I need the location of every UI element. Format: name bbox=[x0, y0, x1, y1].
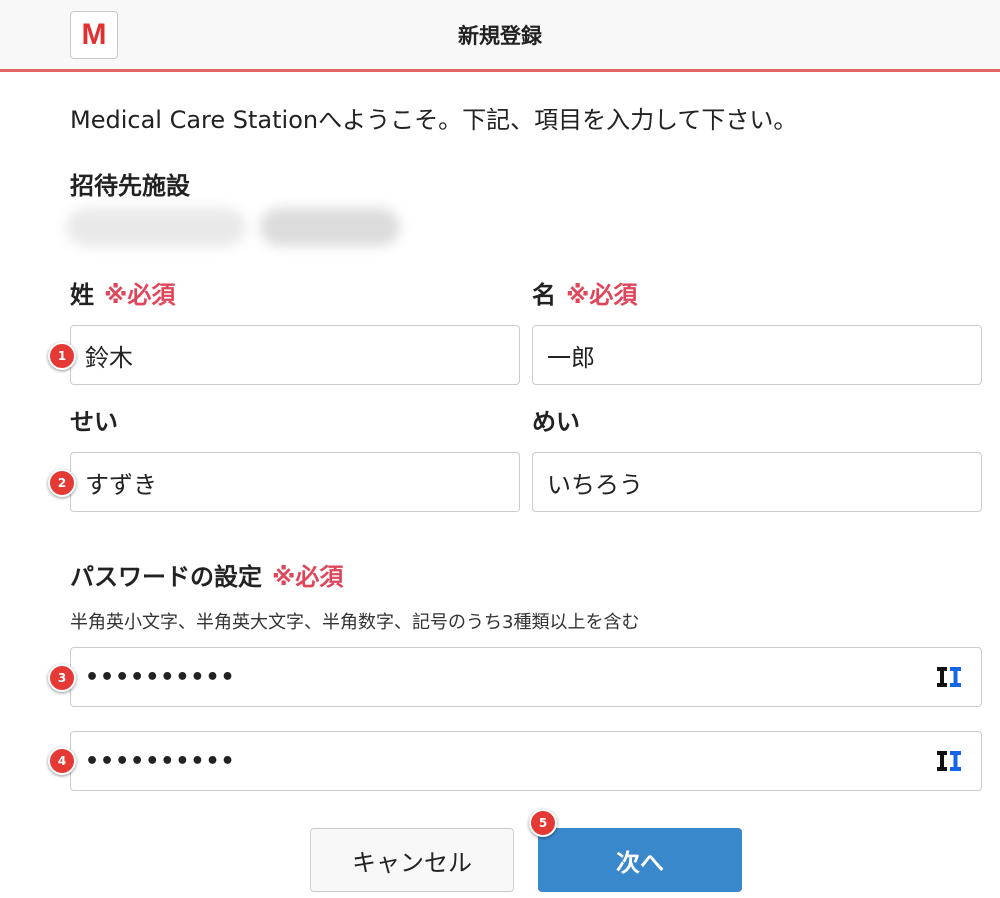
annotation-badge-1: 1 bbox=[48, 342, 76, 370]
first-name-kana-input[interactable]: いちろう bbox=[532, 452, 982, 512]
annotation-badge-3: 3 bbox=[48, 664, 76, 692]
last-name-label: 姓 ※必須 bbox=[70, 275, 175, 310]
required-mark: ※必須 bbox=[104, 281, 176, 309]
last-name-kana-input[interactable]: すずき bbox=[70, 452, 520, 512]
facility-label: 招待先施設 bbox=[70, 172, 190, 200]
annotation-badge-4: 4 bbox=[48, 747, 76, 775]
required-mark: ※必須 bbox=[566, 281, 638, 309]
last-name-input[interactable]: 鈴木 bbox=[70, 325, 520, 385]
facility-name-redacted bbox=[66, 208, 246, 246]
required-mark: ※必須 bbox=[272, 563, 344, 591]
password-confirm-input[interactable]: •••••••••• bbox=[70, 731, 982, 791]
last-name-label-text: 姓 bbox=[70, 281, 94, 309]
password-masked-value: •••••••••• bbox=[85, 664, 236, 690]
first-name-kana-label: めい bbox=[532, 408, 580, 436]
cancel-button[interactable]: キャンセル bbox=[310, 828, 514, 892]
first-name-input[interactable]: 一郎 bbox=[532, 325, 982, 385]
first-name-label: 名 ※必須 bbox=[532, 275, 637, 310]
last-name-kana-label: せい bbox=[70, 408, 118, 436]
facility-name-redacted-2 bbox=[260, 208, 400, 246]
password-input[interactable]: •••••••••• bbox=[70, 647, 982, 707]
password-hint: 半角英小文字、半角英大文字、半角数字、記号のうち3種類以上を含む bbox=[70, 612, 640, 633]
password-label: パスワードの設定 ※必須 bbox=[70, 557, 343, 592]
password-label-text: パスワードの設定 bbox=[70, 563, 262, 591]
annotation-badge-2: 2 bbox=[48, 469, 76, 497]
next-button[interactable]: 次へ bbox=[538, 828, 742, 892]
first-name-label-text: 名 bbox=[532, 281, 556, 309]
password-confirm-masked-value: •••••••••• bbox=[85, 748, 236, 774]
password-manager-icon[interactable] bbox=[937, 667, 961, 687]
page-title: 新規登録 bbox=[458, 24, 542, 48]
password-manager-icon[interactable] bbox=[937, 751, 961, 771]
welcome-message: Medical Care Stationへようこそ。下記、項目を入力して下さい。 bbox=[70, 106, 798, 134]
annotation-badge-5: 5 bbox=[529, 809, 557, 837]
app-header: M 新規登録 bbox=[0, 0, 1000, 72]
